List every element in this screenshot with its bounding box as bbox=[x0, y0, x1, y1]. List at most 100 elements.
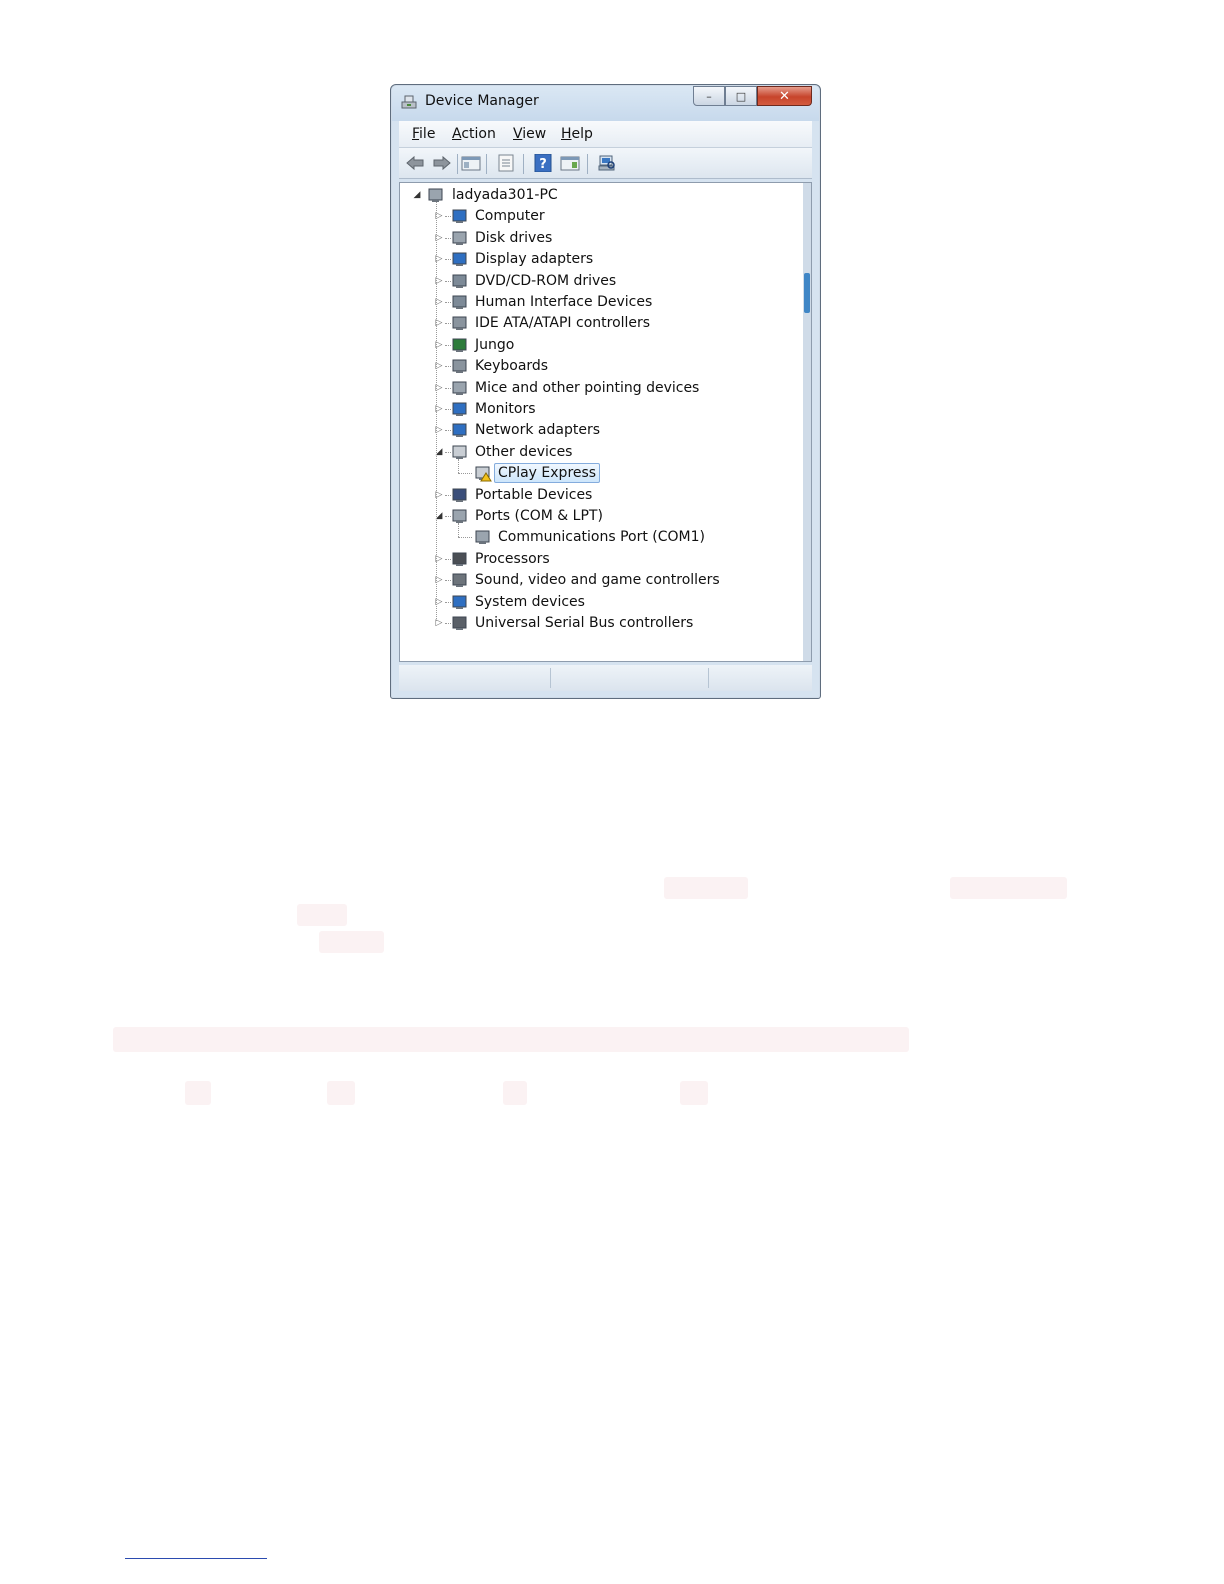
monitor-icon bbox=[452, 402, 467, 416]
minimize-icon: – bbox=[706, 89, 712, 103]
toolbar-separator bbox=[457, 154, 458, 174]
tree-child-item[interactable]: Communications Port (COM1) bbox=[400, 523, 780, 547]
menu-action[interactable]: Action bbox=[452, 126, 496, 142]
tree-child-item[interactable]: CPlay Express bbox=[400, 459, 780, 484]
tree-item[interactable]: ▷ Keyboards bbox=[400, 356, 780, 376]
minimize-button[interactable]: – bbox=[693, 86, 725, 106]
tree-root-label: ladyada301-PC bbox=[452, 187, 558, 203]
warning-device-icon bbox=[475, 466, 492, 482]
status-separator bbox=[550, 668, 551, 688]
highlight-mark bbox=[327, 1081, 355, 1105]
mouse-icon bbox=[452, 381, 467, 395]
maximize-button[interactable]: □ bbox=[725, 86, 757, 106]
tree-item[interactable]: ▷ Jungo bbox=[400, 335, 780, 355]
tree-item-label: Network adapters bbox=[475, 422, 600, 439]
tree-item[interactable]: ▷ Human Interface Devices bbox=[400, 292, 780, 312]
tree-item-label: Mice and other pointing devices bbox=[475, 379, 700, 396]
highlight-mark bbox=[664, 877, 748, 899]
highlight-mark bbox=[113, 1027, 909, 1052]
menu-view[interactable]: View bbox=[513, 126, 546, 142]
usb-icon bbox=[452, 616, 467, 630]
window-title: Device Manager bbox=[425, 93, 539, 109]
device-manager-icon bbox=[401, 95, 417, 109]
menu-bar: File Action View Help bbox=[399, 121, 812, 148]
highlight-mark bbox=[297, 904, 347, 926]
maximize-icon: □ bbox=[735, 89, 747, 103]
tree-item[interactable]: ▷ Processors bbox=[400, 549, 780, 569]
device-manager-window: Device Manager – □ ✕ File Action View He… bbox=[390, 84, 821, 699]
tree-item-label: System devices bbox=[475, 593, 585, 610]
display-adapter-icon bbox=[452, 252, 467, 267]
show-hide-console-tree-icon[interactable] bbox=[461, 154, 481, 172]
scrollbar-thumb[interactable] bbox=[804, 273, 810, 313]
tree-item[interactable]: ▷ Display adapters bbox=[400, 249, 780, 269]
tree-item[interactable]: ▷ Portable Devices bbox=[400, 485, 780, 505]
tree-item[interactable]: ▷ Disk drives bbox=[400, 228, 780, 248]
sound-icon bbox=[452, 573, 467, 588]
network-adapter-icon bbox=[452, 423, 467, 438]
tree-item-label: Universal Serial Bus controllers bbox=[475, 615, 694, 631]
port-icon bbox=[452, 509, 467, 523]
vertical-scrollbar[interactable] bbox=[803, 183, 811, 661]
toolbar-separator bbox=[523, 154, 524, 174]
menu-file[interactable]: File bbox=[412, 126, 435, 142]
tree-item-label: IDE ATA/ATAPI controllers bbox=[475, 315, 651, 332]
other-devices-icon bbox=[452, 445, 467, 459]
tree-item[interactable]: ▷ DVD/CD-ROM drives bbox=[400, 271, 780, 291]
status-bar bbox=[399, 665, 812, 691]
tree-item[interactable]: ▷ Computer bbox=[400, 206, 780, 226]
close-icon: ✕ bbox=[779, 88, 790, 104]
serial-port-icon bbox=[475, 530, 490, 545]
tree-item[interactable]: ▷ Mice and other pointing devices bbox=[400, 378, 780, 398]
action-pane-icon[interactable] bbox=[560, 154, 580, 172]
tree-child-label: CPlay Express bbox=[494, 463, 601, 484]
tree-item[interactable]: ◢ Other devices bbox=[400, 442, 780, 462]
scan-hardware-icon[interactable] bbox=[597, 154, 617, 172]
tree-spine bbox=[436, 202, 437, 621]
forward-arrow-icon[interactable] bbox=[432, 154, 452, 172]
tree-item-label: Processors bbox=[475, 550, 550, 567]
toolbar: ? bbox=[399, 148, 812, 179]
tree-item[interactable]: ▷ System devices bbox=[400, 592, 780, 612]
tree-item[interactable]: ▷ Sound, video and game controllers bbox=[400, 570, 780, 590]
tree-root[interactable]: ◢ ladyada301-PC bbox=[400, 185, 700, 205]
highlight-mark bbox=[680, 1081, 708, 1105]
system-devices-icon bbox=[452, 595, 467, 609]
highlight-mark bbox=[185, 1081, 211, 1105]
tree-item[interactable]: ▷ Monitors bbox=[400, 399, 780, 419]
tree-item-label: Ports (COM & LPT) bbox=[475, 508, 603, 524]
tree-connector bbox=[458, 473, 472, 475]
tree-item-label: Human Interface Devices bbox=[475, 294, 653, 310]
dvd-drive-icon bbox=[452, 274, 467, 288]
tree-item-label: Disk drives bbox=[475, 229, 553, 246]
tree-item[interactable]: ▷ IDE ATA/ATAPI controllers bbox=[400, 313, 780, 333]
properties-icon[interactable] bbox=[496, 154, 516, 172]
jungo-icon bbox=[452, 338, 467, 352]
tree-item[interactable]: ◢ Ports (COM & LPT) bbox=[400, 506, 780, 526]
tree-item-label: Keyboards bbox=[475, 358, 549, 375]
tree-item-label: DVD/CD-ROM drives bbox=[475, 272, 617, 289]
computer-icon bbox=[452, 209, 467, 224]
tree-item[interactable]: ▷ Network adapters bbox=[400, 420, 780, 440]
device-tree: ◢ ladyada301-PC ▷ Computer ▷ Disk drives ▷ Disp… bbox=[399, 182, 812, 662]
link-underline[interactable] bbox=[125, 1558, 267, 1559]
tree-item-label: Sound, video and game controllers bbox=[475, 572, 720, 589]
tree-connector bbox=[458, 537, 472, 539]
hid-icon bbox=[452, 295, 467, 309]
back-arrow-icon[interactable] bbox=[405, 154, 425, 172]
tree-item-label: Portable Devices bbox=[475, 486, 593, 503]
tree-connector bbox=[458, 459, 459, 474]
close-button[interactable]: ✕ bbox=[757, 86, 812, 106]
svg-text:?: ? bbox=[539, 157, 547, 172]
help-icon[interactable]: ? bbox=[533, 154, 553, 172]
menu-help[interactable]: Help bbox=[561, 126, 593, 142]
caption-buttons: – □ ✕ bbox=[693, 86, 812, 108]
title-bar[interactable]: Device Manager – □ ✕ bbox=[391, 85, 820, 119]
collapse-arrow-icon[interactable]: ◢ bbox=[412, 190, 422, 200]
tree-item-label: Display adapters bbox=[475, 251, 594, 268]
portable-device-icon bbox=[452, 488, 467, 502]
tree-item-label: Other devices bbox=[475, 443, 573, 460]
status-separator bbox=[708, 668, 709, 688]
tree-item[interactable]: ▷ Universal Serial Bus controllers bbox=[400, 613, 780, 633]
highlight-mark bbox=[950, 877, 1067, 899]
